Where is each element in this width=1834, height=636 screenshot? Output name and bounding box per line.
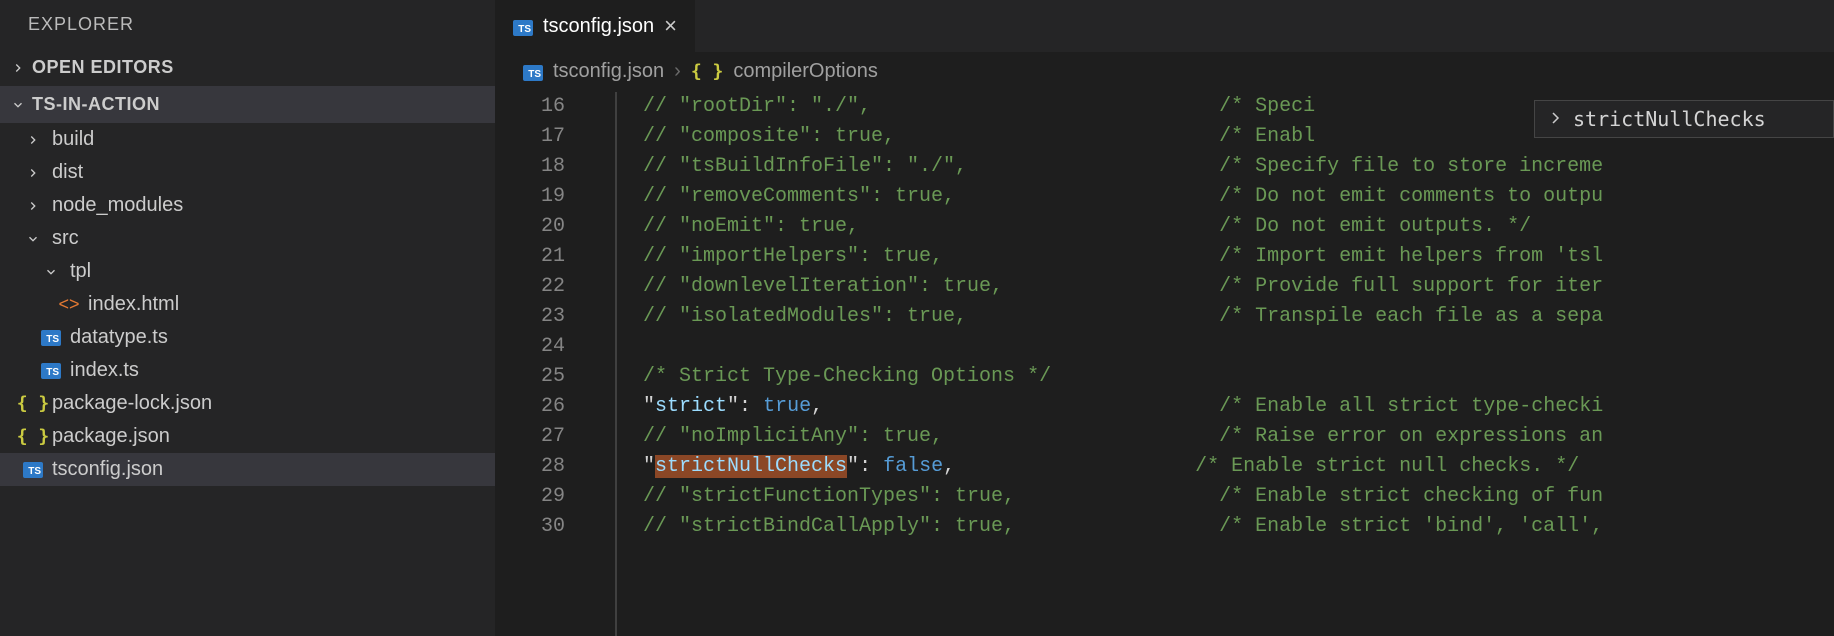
chevron-down-icon: [10, 97, 26, 113]
line-number: 16: [495, 92, 565, 122]
project-section[interactable]: TS-IN-ACTION: [0, 86, 495, 123]
chevron-right-icon: [1547, 107, 1563, 131]
breadcrumb[interactable]: TS tsconfig.json › { } compilerOptions: [495, 52, 1834, 92]
line-number: 23: [495, 302, 565, 332]
tree-item-label: package-lock.json: [52, 392, 212, 415]
line-number: 30: [495, 512, 565, 542]
code-line[interactable]: // "strictBindCallApply": true, /* Enabl…: [635, 512, 1834, 542]
code-line[interactable]: // "importHelpers": true, /* Import emit…: [635, 242, 1834, 272]
braces-icon: { }: [691, 61, 724, 82]
tree-item-label: datatype.ts: [70, 326, 168, 349]
breadcrumb-file[interactable]: tsconfig.json: [553, 60, 664, 83]
html-file-icon: <>: [58, 294, 80, 316]
code-line[interactable]: "strictNullChecks": false, /* Enable str…: [635, 452, 1834, 482]
chevron-right-icon: ›: [674, 60, 681, 83]
tree-item-label: index.html: [88, 293, 179, 316]
tree-item-label: node_modules: [52, 194, 183, 217]
tree-item-label: index.ts: [70, 359, 139, 382]
explorer-sidebar: EXPLORER OPEN EDITORS TS-IN-ACTION build…: [0, 0, 495, 636]
code-line[interactable]: // "removeComments": true, /* Do not emi…: [635, 182, 1834, 212]
code-line[interactable]: // "isolatedModules": true, /* Transpile…: [635, 302, 1834, 332]
line-number-gutter: 161718192021222324252627282930: [495, 92, 595, 636]
chevron-icon: [22, 195, 44, 217]
folder-item[interactable]: src: [0, 222, 495, 255]
code-line[interactable]: "strict": true, /* Enable all strict typ…: [635, 392, 1834, 422]
line-number: 29: [495, 482, 565, 512]
suggest-widget[interactable]: strictNullChecks: [1534, 100, 1834, 138]
chevron-icon: [40, 261, 62, 283]
explorer-title: EXPLORER: [0, 0, 495, 49]
tree-item-label: package.json: [52, 425, 170, 448]
ts-file-icon: TS: [40, 327, 62, 349]
code-line[interactable]: [635, 332, 1834, 362]
line-number: 25: [495, 362, 565, 392]
ts-file-icon: TS: [523, 60, 543, 83]
folder-item[interactable]: tpl: [0, 255, 495, 288]
file-item[interactable]: { } package-lock.json: [0, 387, 495, 420]
file-item[interactable]: TS datatype.ts: [0, 321, 495, 354]
tree-item-label: build: [52, 128, 94, 151]
line-number: 28: [495, 452, 565, 482]
close-icon[interactable]: ×: [664, 13, 677, 39]
code-line[interactable]: // "noEmit": true, /* Do not emit output…: [635, 212, 1834, 242]
code-line[interactable]: /* Strict Type-Checking Options */: [635, 362, 1834, 392]
code-line[interactable]: // "noImplicitAny": true, /* Raise error…: [635, 422, 1834, 452]
ts-file-icon: TS: [513, 15, 533, 38]
json-file-icon: { }: [22, 426, 44, 448]
ts-file-icon: TS: [40, 360, 62, 382]
chevron-icon: [22, 162, 44, 184]
json-file-icon: { }: [22, 393, 44, 415]
tree-item-label: tsconfig.json: [52, 458, 163, 481]
file-tree: build dist node_modulessrc tpl <> index.html T…: [0, 123, 495, 636]
chevron-right-icon: [10, 60, 26, 76]
line-number: 18: [495, 152, 565, 182]
tab-bar: TS tsconfig.json ×: [495, 0, 1834, 52]
tree-item-label: dist: [52, 161, 83, 184]
open-editors-label: OPEN EDITORS: [32, 57, 174, 78]
chevron-icon: [22, 129, 44, 151]
tab-label: tsconfig.json: [543, 15, 654, 38]
line-number: 26: [495, 392, 565, 422]
folder-item[interactable]: node_modules: [0, 189, 495, 222]
line-number: 17: [495, 122, 565, 152]
editor-area: TS tsconfig.json × TS tsconfig.json › { …: [495, 0, 1834, 636]
project-label: TS-IN-ACTION: [32, 94, 160, 115]
breadcrumb-scope[interactable]: compilerOptions: [733, 60, 878, 83]
line-number: 22: [495, 272, 565, 302]
file-item[interactable]: <> index.html: [0, 288, 495, 321]
tab-tsconfig[interactable]: TS tsconfig.json ×: [495, 0, 695, 52]
file-item[interactable]: TS tsconfig.json: [0, 453, 495, 486]
indent-guide: [615, 92, 635, 636]
line-number: 24: [495, 332, 565, 362]
chevron-icon: [22, 228, 44, 250]
ts-file-icon: TS: [22, 459, 44, 481]
code-line[interactable]: // "downlevelIteration": true, /* Provid…: [635, 272, 1834, 302]
folder-item[interactable]: build: [0, 123, 495, 156]
file-item[interactable]: { } package.json: [0, 420, 495, 453]
code-line[interactable]: // "strictFunctionTypes": true, /* Enabl…: [635, 482, 1834, 512]
tree-item-label: src: [52, 227, 79, 250]
code-editor[interactable]: 161718192021222324252627282930 // "rootD…: [495, 92, 1834, 636]
folder-item[interactable]: dist: [0, 156, 495, 189]
line-number: 19: [495, 182, 565, 212]
file-item[interactable]: TS index.ts: [0, 354, 495, 387]
line-number: 20: [495, 212, 565, 242]
tree-item-label: tpl: [70, 260, 91, 283]
line-number: 27: [495, 422, 565, 452]
open-editors-section[interactable]: OPEN EDITORS: [0, 49, 495, 86]
line-number: 21: [495, 242, 565, 272]
fold-column: [595, 92, 615, 636]
code-line[interactable]: // "tsBuildInfoFile": "./", /* Specify f…: [635, 152, 1834, 182]
code-content[interactable]: // "rootDir": "./", /* Speci// "composit…: [635, 92, 1834, 636]
suggest-item-label[interactable]: strictNullChecks: [1573, 107, 1766, 131]
